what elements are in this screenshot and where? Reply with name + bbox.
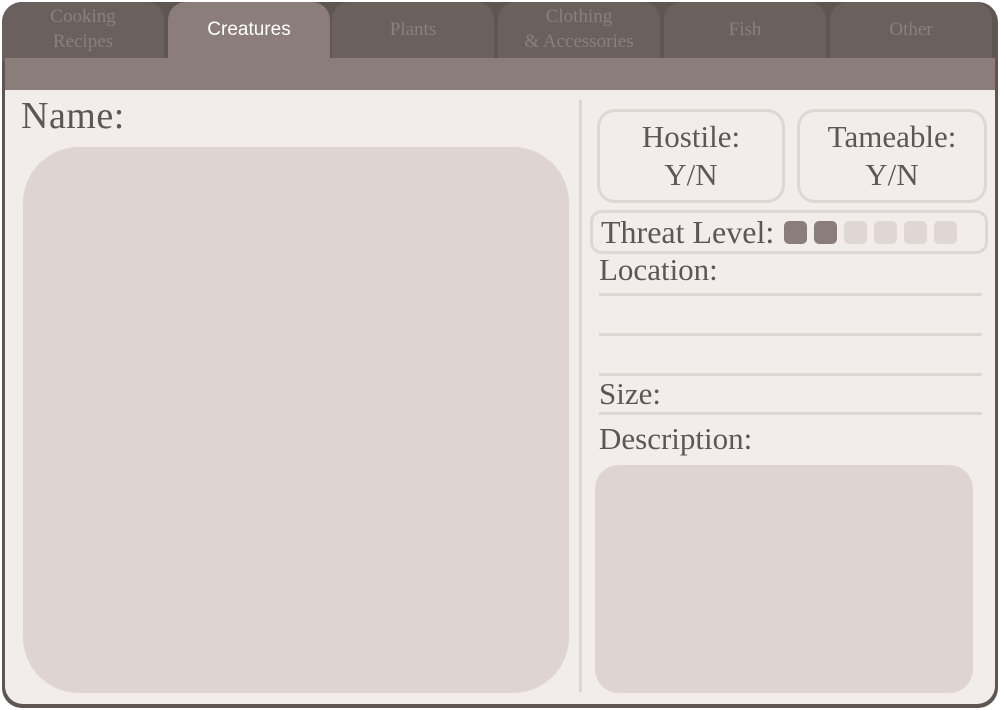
active-tab-strip [5, 58, 995, 90]
tab-clothing-accessories[interactable]: Clothing & Accessories [498, 2, 660, 62]
hostile-value: Y/N [664, 157, 718, 192]
tab-label: Fish [728, 18, 762, 40]
creature-entry-panel: Name: Hostile: Y/N Tameable: Y/N Threat … [5, 90, 995, 704]
threat-pip-6[interactable] [934, 220, 958, 244]
size-line[interactable] [599, 412, 982, 415]
location-label: Location: [599, 252, 718, 287]
tab-cooking-recipes[interactable]: Cooking Recipes [2, 2, 164, 62]
tab-fish[interactable]: Fish [664, 2, 826, 62]
location-line-2[interactable] [599, 333, 982, 336]
threat-pip-2[interactable] [814, 220, 838, 244]
threat-pip-3[interactable] [844, 220, 868, 244]
threat-pip-4[interactable] [874, 220, 898, 244]
tameable-value: Y/N [865, 157, 919, 192]
tab-label: Creatures [207, 18, 291, 40]
tab-creatures[interactable]: Creatures [168, 2, 330, 62]
column-divider [579, 100, 582, 692]
tab-label: Cooking Recipes [50, 6, 116, 52]
threat-level-label: Threat Level: [601, 213, 775, 250]
size-label: Size: [599, 376, 661, 411]
threat-level-field: Threat Level: [590, 210, 988, 254]
description-label: Description: [599, 421, 753, 456]
tameable-label: Tameable: [827, 119, 957, 154]
name-label: Name: [21, 95, 125, 137]
tab-other[interactable]: Other [830, 2, 992, 62]
hostile-field[interactable]: Hostile: Y/N [597, 109, 785, 203]
tab-label: Clothing & Accessories [524, 6, 634, 52]
tab-label: Plants [389, 18, 437, 40]
tab-plants[interactable]: Plants [332, 2, 494, 62]
tameable-field[interactable]: Tameable: Y/N [797, 109, 987, 203]
threat-level-pips [784, 220, 958, 244]
hostile-label: Hostile: [641, 119, 741, 154]
tab-label: Other [889, 18, 933, 40]
threat-pip-5[interactable] [904, 220, 928, 244]
location-line-1[interactable] [599, 293, 982, 296]
creature-image-box[interactable] [23, 147, 569, 693]
category-tabs: Cooking Recipes Creatures Plants Clothin… [2, 2, 998, 62]
threat-pip-1[interactable] [784, 220, 808, 244]
journal-page: Cooking Recipes Creatures Plants Clothin… [2, 2, 998, 708]
description-box[interactable] [595, 465, 973, 693]
